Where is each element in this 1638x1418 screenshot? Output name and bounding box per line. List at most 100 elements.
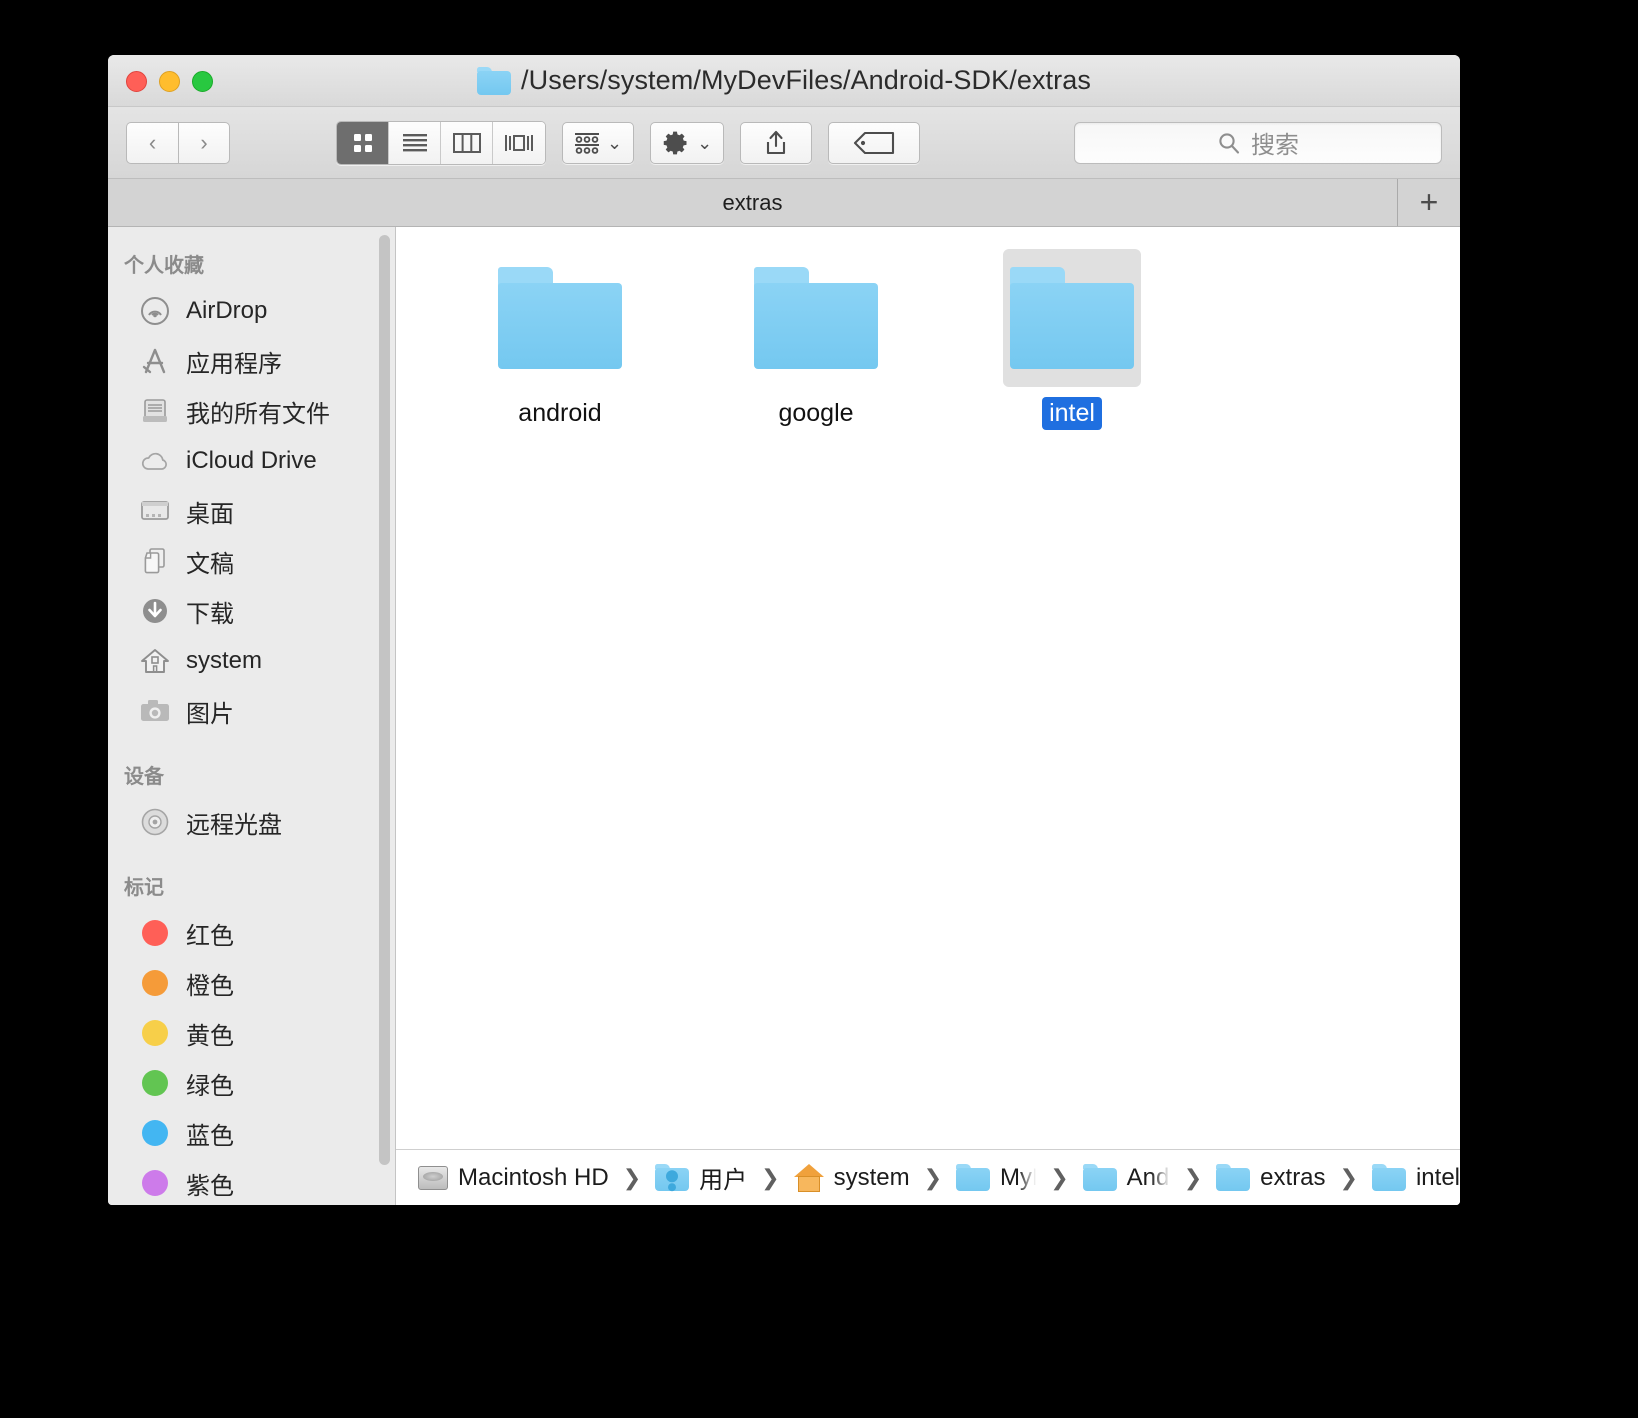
sidebar-item-tag-orange[interactable]: 橙色 (108, 958, 395, 1008)
tag-dot-icon (138, 916, 172, 950)
forward-button[interactable]: › (178, 121, 230, 164)
tab-label: extras (722, 189, 783, 215)
new-tab-button[interactable]: + (1398, 179, 1460, 226)
sidebar-item-downloads[interactable]: 下载 (108, 586, 395, 636)
breadcrumb-item-system[interactable]: system (793, 1163, 910, 1192)
sidebar-item-tag-purple[interactable]: 紫色 (108, 1158, 395, 1205)
gear-icon (663, 131, 687, 154)
window-title-group: /Users/system/MyDevFiles/Android-SDK/ext… (108, 65, 1460, 96)
home-icon (793, 1163, 824, 1192)
sidebar-item-pictures[interactable]: 图片 (108, 686, 395, 736)
chevron-down-icon: ⌄ (607, 132, 623, 153)
sidebar-item-label: system (186, 647, 263, 674)
chevron-right-icon: ❯ (761, 1164, 780, 1190)
downloads-icon (138, 594, 172, 628)
tab-extras[interactable]: extras (108, 179, 1398, 226)
sidebar-item-all-my-files[interactable]: 我的所有文件 (108, 386, 395, 436)
sidebar-item-label: AirDrop (186, 297, 268, 324)
sidebar-item-desktop[interactable]: 桌面 (108, 486, 395, 536)
file-item-intel[interactable]: intel (944, 241, 1200, 430)
breadcrumb-label: extras (1260, 1163, 1326, 1191)
sidebar-item-icloud-drive[interactable]: iCloud Drive (108, 436, 395, 486)
breadcrumb-label: Android-SDK (1126, 1163, 1170, 1191)
breadcrumb-item-intel[interactable]: intel (1371, 1164, 1460, 1192)
sidebar-scrollbar[interactable] (379, 235, 390, 1165)
icon-container (491, 249, 629, 387)
chevron-right-icon: ❯ (1050, 1164, 1069, 1190)
airdrop-icon (138, 294, 172, 328)
icon-view-button[interactable] (337, 121, 389, 164)
coverflow-icon (505, 134, 533, 151)
sidebar-item-tag-red[interactable]: 红色 (108, 908, 395, 958)
folder-icon (1216, 1164, 1251, 1191)
sidebar-section-devices-header: 设备 (124, 766, 164, 788)
folder-icon (956, 1164, 991, 1191)
remote-disc-icon (138, 805, 172, 839)
chevron-right-icon: › (200, 129, 208, 155)
icon-container (747, 249, 885, 387)
folder-icon (754, 267, 878, 369)
file-item-google[interactable]: google (688, 241, 944, 430)
column-view-button[interactable] (441, 121, 493, 164)
sidebar-item-label: 蓝色 (186, 1122, 234, 1150)
list-view-button[interactable] (389, 121, 441, 164)
folder-icon (1010, 267, 1134, 369)
home-icon (138, 644, 172, 678)
back-button[interactable]: ‹ (126, 121, 178, 164)
hard-disk-icon (418, 1165, 448, 1190)
chevron-right-icon: ❯ (1339, 1164, 1358, 1190)
finder-window: /Users/system/MyDevFiles/Android-SDK/ext… (108, 55, 1460, 1205)
arrange-button[interactable]: ⌄ (562, 121, 635, 164)
columns-icon (452, 132, 481, 153)
sidebar-item-label: 远程光盘 (186, 811, 282, 839)
content-area: android google intel Macintosh HD ❯ 用户 ❯… (396, 227, 1460, 1205)
share-icon (767, 130, 786, 154)
breadcrumb-label: system (833, 1163, 910, 1191)
search-input[interactable]: 搜索 (1074, 121, 1442, 164)
users-folder-icon (655, 1164, 690, 1191)
sidebar-item-label: 红色 (186, 922, 234, 950)
breadcrumb-item-users[interactable]: 用户 (655, 1160, 747, 1195)
zoom-button[interactable] (192, 71, 213, 92)
breadcrumb-item-extras[interactable]: extras (1216, 1163, 1326, 1192)
sidebar-item-documents[interactable]: 文稿 (108, 536, 395, 586)
search-placeholder: 搜索 (1251, 132, 1299, 159)
breadcrumb-item-macintosh-hd[interactable]: Macintosh HD (418, 1164, 609, 1192)
action-button[interactable]: ⌄ (650, 121, 725, 164)
breadcrumb-item-android-sdk[interactable]: Android-SDK (1082, 1163, 1170, 1192)
tag-button[interactable] (828, 121, 921, 164)
minimize-button[interactable] (159, 71, 180, 92)
sidebar-item-system-home[interactable]: system (108, 636, 395, 686)
sidebar-item-applications[interactable]: 应用程序 (108, 336, 395, 386)
close-button[interactable] (126, 71, 147, 92)
folder-icon (1082, 1164, 1117, 1191)
coverflow-view-button[interactable] (493, 121, 545, 164)
file-label: intel (1042, 397, 1102, 430)
sidebar-item-airdrop[interactable]: AirDrop (108, 286, 395, 336)
tag-dot-icon (138, 1066, 172, 1100)
file-item-android[interactable]: android (432, 241, 688, 430)
window-titlebar: /Users/system/MyDevFiles/Android-SDK/ext… (108, 55, 1460, 107)
chevron-right-icon: ❯ (1183, 1164, 1203, 1190)
navigation-buttons: ‹ › (126, 121, 230, 164)
chevron-down-icon: ⌄ (697, 132, 713, 153)
page-title: /Users/system/MyDevFiles/Android-SDK/ext… (521, 65, 1091, 95)
icloud-icon (138, 444, 172, 478)
tab-bar: extras + (108, 179, 1460, 227)
breadcrumb-label: 用户 (699, 1167, 748, 1194)
share-button[interactable] (740, 121, 813, 164)
sidebar-item-tag-blue[interactable]: 蓝色 (108, 1108, 395, 1158)
grid-icon (353, 133, 372, 152)
sidebar-item-label: 黄色 (186, 1022, 234, 1050)
sidebar-item-remote-disc[interactable]: 远程光盘 (108, 797, 395, 847)
file-label: android (518, 399, 602, 427)
sidebar-item-tag-green[interactable]: 绿色 (108, 1058, 395, 1108)
view-mode-segmented-control (336, 120, 546, 165)
sidebar-item-label: 紫色 (186, 1172, 234, 1200)
sidebar-item-tag-yellow[interactable]: 黄色 (108, 1008, 395, 1058)
breadcrumb: Macintosh HD ❯ 用户 ❯ system ❯ My ❯ And ❯ … (396, 1149, 1460, 1205)
tag-dot-icon (138, 1016, 172, 1050)
sidebar-item-label: 图片 (186, 700, 234, 728)
arrange-icon (575, 132, 599, 154)
breadcrumb-item-mydevfiles[interactable]: MyDevFiles (956, 1164, 1036, 1192)
